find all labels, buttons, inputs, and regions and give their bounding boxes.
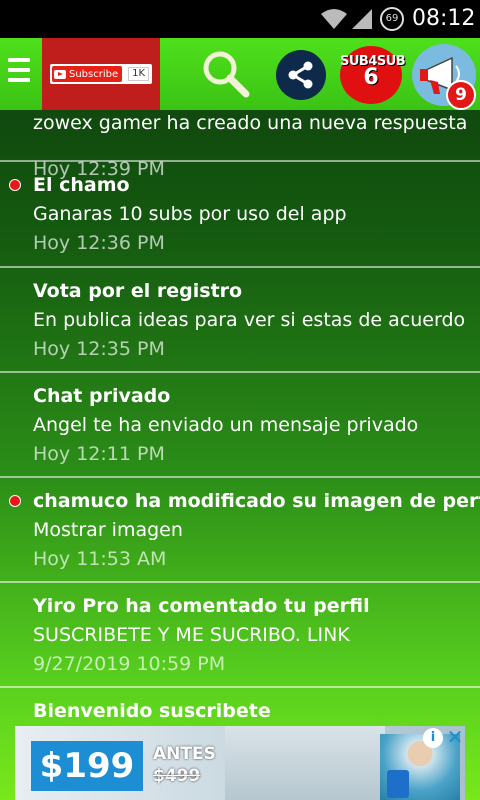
notification-title: chamuco ha modificado su imagen de perfi…: [33, 490, 480, 512]
list-item[interactable]: Yiro Pro ha comentado tu perfil SUSCRIBE…: [0, 583, 480, 688]
notification-title: Chat privado: [33, 385, 171, 407]
ad-old-price: $499: [153, 766, 201, 786]
notification-title: Yiro Pro ha comentado tu perfil: [33, 595, 370, 617]
notification-time: Hoy 12:35 PM: [33, 338, 165, 360]
ad-before-label: ANTES: [153, 744, 216, 764]
list-item[interactable]: Vota por el registro En publica ideas pa…: [0, 268, 480, 373]
notifications-list: zowex gamer ha creado una nueva respuest…: [0, 110, 480, 725]
list-item[interactable]: El chamo Ganaras 10 subs por uso del app…: [0, 162, 480, 268]
ad-price: $199: [31, 741, 143, 791]
list-item[interactable]: chamuco ha modificado su imagen de perfi…: [0, 478, 480, 583]
notification-message: Angel te ha enviado un mensaje privado: [33, 414, 419, 436]
card-reader-image: [387, 770, 409, 798]
list-item[interactable]: zowex gamer ha creado una nueva respuest…: [0, 110, 480, 180]
notification-time: Hoy 12:11 PM: [33, 443, 165, 465]
notification-message: En publica ideas para ver si estas de ac…: [33, 309, 466, 331]
sub4sub-number: 6: [363, 65, 379, 90]
notification-time: 9/27/2019 10:59 PM: [33, 653, 226, 675]
ad-house-image: [225, 726, 385, 800]
notification-message: zowex gamer ha creado una nueva respuest…: [33, 112, 468, 134]
toolbar: Subscribe 1K SUB4SUB 6 9: [0, 38, 480, 110]
search-icon[interactable]: [200, 48, 252, 100]
notification-time: Hoy 11:53 AM: [33, 548, 167, 570]
share-icon: [288, 61, 313, 89]
youtube-subscribe-banner[interactable]: Subscribe 1K: [42, 38, 160, 110]
notification-title: El chamo: [33, 174, 130, 196]
notification-count-badge: 9: [446, 80, 476, 110]
wifi-icon: [321, 9, 347, 29]
subscribe-button: Subscribe: [52, 66, 123, 82]
list-item[interactable]: Bienvenido suscribete: [0, 688, 480, 725]
ad-banner[interactable]: $199 ANTES $499 i ✕: [15, 726, 465, 800]
notification-title: Bienvenido suscribete: [33, 700, 271, 722]
clock: 08:12: [412, 6, 476, 31]
close-icon[interactable]: ✕: [445, 726, 465, 750]
share-button[interactable]: [276, 50, 326, 100]
sub4sub-button[interactable]: SUB4SUB 6: [340, 46, 406, 104]
notification-message: Mostrar imagen: [33, 519, 183, 541]
youtube-subscribe-widget: Subscribe 1K: [50, 64, 152, 84]
battery-icon: 69: [380, 7, 404, 31]
notification-title: Vota por el registro: [33, 280, 243, 302]
adchoices-icon[interactable]: i: [423, 728, 443, 748]
signal-icon: [352, 9, 372, 29]
subscribe-label: Subscribe: [69, 68, 119, 80]
notification-time: Hoy 12:36 PM: [33, 232, 165, 254]
list-item[interactable]: Chat privado Angel te ha enviado un mens…: [0, 373, 480, 478]
youtube-play-icon: [54, 69, 66, 79]
subscriber-count: 1K: [128, 67, 150, 81]
notification-message: SUSCRIBETE Y ME SUCRIBO. LINK: [33, 624, 350, 646]
menu-icon[interactable]: [8, 58, 30, 88]
unread-dot-icon: [9, 179, 21, 191]
notification-message: Ganaras 10 subs por uso del app: [33, 203, 347, 225]
status-bar: 69 08:12: [0, 0, 480, 38]
unread-dot-icon: [9, 495, 21, 507]
